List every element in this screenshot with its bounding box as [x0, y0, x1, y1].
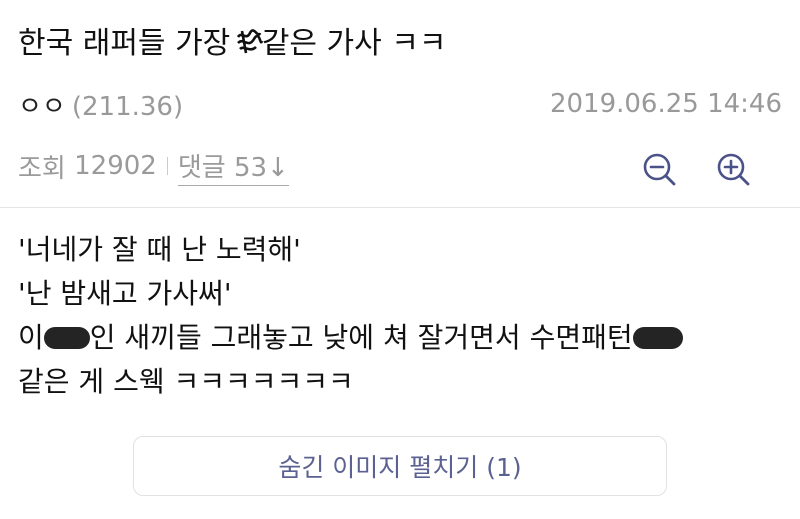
author-name[interactable]: ㅇㅇ	[18, 92, 66, 122]
censor-scribble	[236, 29, 264, 54]
zoom-in-icon	[717, 153, 750, 186]
body-line-2: '난 밤새고 가사써'	[18, 277, 232, 310]
stats-divider	[166, 157, 168, 175]
arrow-down-icon: ↓	[267, 152, 289, 183]
censor-blot	[43, 327, 90, 349]
zoom-out-button[interactable]	[640, 150, 680, 190]
views-count: 12902	[74, 151, 157, 181]
author-info: ㅇㅇ (211.36)	[18, 86, 183, 123]
zoom-in-button[interactable]	[714, 150, 754, 190]
body-line-1: '너네가 잘 때 난 노력해'	[18, 233, 301, 266]
post-stats: 조회 12902 댓글 53↓	[18, 147, 289, 186]
comments-link[interactable]: 댓글 53↓	[177, 147, 289, 186]
author-ip: (211.36)	[71, 91, 184, 122]
zoom-out-icon	[643, 153, 676, 186]
body-line-4: 같은 게 스웩 ㅋㅋㅋㅋㅋㅋㅋ	[18, 365, 354, 398]
body-line-3-rest: 인 새끼들 그래놓고 낮에 쳐 잘거면서 수면패턴	[89, 321, 633, 354]
censor-blot	[632, 327, 683, 349]
post-body: '너네가 잘 때 난 노력해' '난 밤새고 가사써' 이 인 새끼들 그래놓고 …	[18, 228, 782, 404]
post-title: 한국 래퍼들 가장 같은 가사 ㅋㅋ	[18, 18, 447, 62]
post-meta: ㅇㅇ (211.36) 2019.06.25 14:46	[18, 86, 782, 122]
show-hidden-images-button[interactable]: 숨긴 이미지 펼치기 (1)	[133, 436, 667, 496]
header-divider	[0, 207, 800, 208]
comments-label: 댓글	[177, 152, 226, 183]
post-title-end: 같은 가사 ㅋㅋ	[261, 26, 447, 61]
views-label: 조회	[18, 153, 66, 184]
body-line-3-start: 이	[18, 321, 44, 354]
post-title-start: 한국 래퍼들 가장	[18, 26, 240, 61]
comments-count: 53	[233, 152, 268, 183]
post-datetime: 2019.06.25 14:46	[549, 89, 782, 119]
body-line-3: 이 인 새끼들 그래놓고 낮에 쳐 잘거면서 수면패턴	[18, 316, 782, 360]
